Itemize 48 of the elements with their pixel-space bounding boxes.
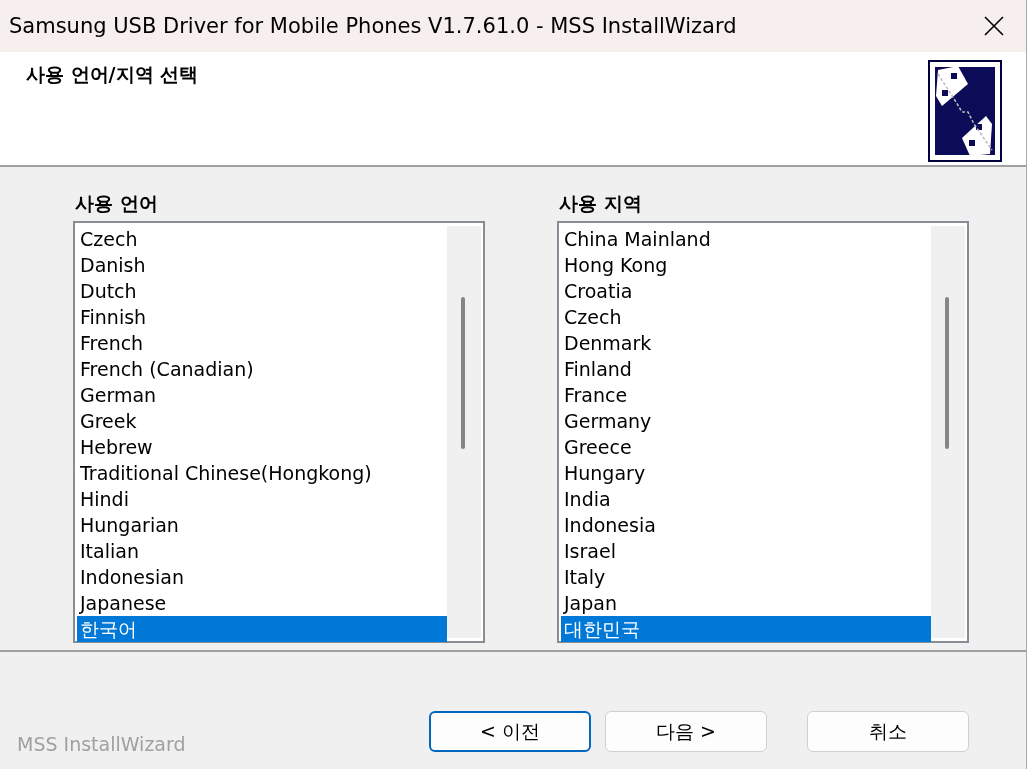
brand-label: MSS InstallWizard — [17, 733, 187, 755]
list-label: 사용 언어 — [75, 191, 159, 216]
selection-list[interactable]: China Mainland Hong Kong Croatia Czech Denmark Finland France Germany Greece Hungary India Indonesia Israel Italy Japan 대한민국 — [557, 221, 969, 643]
list-item[interactable]: Traditional Chinese(Hongkong) — [77, 460, 447, 486]
list-item[interactable]: Dutch — [77, 278, 447, 304]
list-item[interactable]: Indonesia — [561, 512, 931, 538]
list-item[interactable]: Indonesian — [77, 564, 447, 590]
list-item[interactable]: Hungary — [561, 460, 931, 486]
list-item[interactable]: Germany — [561, 408, 931, 434]
selection-list[interactable]: Czech Danish Dutch Finnish French French (Canadian) German Greek Hebrew Traditional Chinese(Hongkong) Hindi Hungarian Italian Indonesian Japanese 한국어 — [73, 221, 485, 643]
list-label: 사용 지역 — [559, 191, 643, 216]
window-title: Samsung USB Driver for Mobile Phones V1.7.61.0 - MSS InstallWizard — [9, 14, 737, 38]
wizard-button[interactable]: 취소 — [807, 711, 969, 752]
page-title: 사용 언어/지역 선택 — [26, 62, 199, 87]
list-item[interactable]: French — [77, 330, 447, 356]
close-icon — [984, 16, 1004, 36]
list-item[interactable]: Czech — [77, 226, 447, 252]
list-item[interactable]: Croatia — [561, 278, 931, 304]
scrollbar-track[interactable] — [931, 226, 965, 638]
list-item[interactable]: India — [561, 486, 931, 512]
list-item[interactable]: Danish — [77, 252, 447, 278]
list-item[interactable]: Japanese — [77, 590, 447, 616]
wizard-button[interactable]: < 이전 — [429, 711, 591, 752]
list-item[interactable]: Finland — [561, 356, 931, 382]
list-item[interactable]: Finnish — [77, 304, 447, 330]
list-item[interactable]: Hebrew — [77, 434, 447, 460]
scrollbar-thumb[interactable] — [461, 297, 465, 449]
list-item[interactable]: Italian — [77, 538, 447, 564]
list-item[interactable]: German — [77, 382, 447, 408]
list-item[interactable]: French (Canadian) — [77, 356, 447, 382]
list-item[interactable]: Greek — [77, 408, 447, 434]
list-item[interactable]: 대한민국 — [561, 616, 931, 642]
list-item[interactable]: Denmark — [561, 330, 931, 356]
list-item[interactable]: China Mainland — [561, 226, 931, 252]
list-item[interactable]: Israel — [561, 538, 931, 564]
list-item[interactable]: 한국어 — [77, 616, 447, 642]
wizard-button[interactable]: 다음 > — [605, 711, 767, 752]
list-item[interactable]: Hungarian — [77, 512, 447, 538]
phone-link-logo-icon — [928, 60, 1002, 162]
list-item[interactable]: Japan — [561, 590, 931, 616]
list-item[interactable]: Greece — [561, 434, 931, 460]
list-item[interactable]: Hong Kong — [561, 252, 931, 278]
list-item[interactable]: Italy — [561, 564, 931, 590]
list-item[interactable]: Czech — [561, 304, 931, 330]
scrollbar-thumb[interactable] — [945, 297, 949, 449]
scrollbar-track[interactable] — [447, 226, 481, 638]
list-item[interactable]: Hindi — [77, 486, 447, 512]
list-item[interactable]: France — [561, 382, 931, 408]
